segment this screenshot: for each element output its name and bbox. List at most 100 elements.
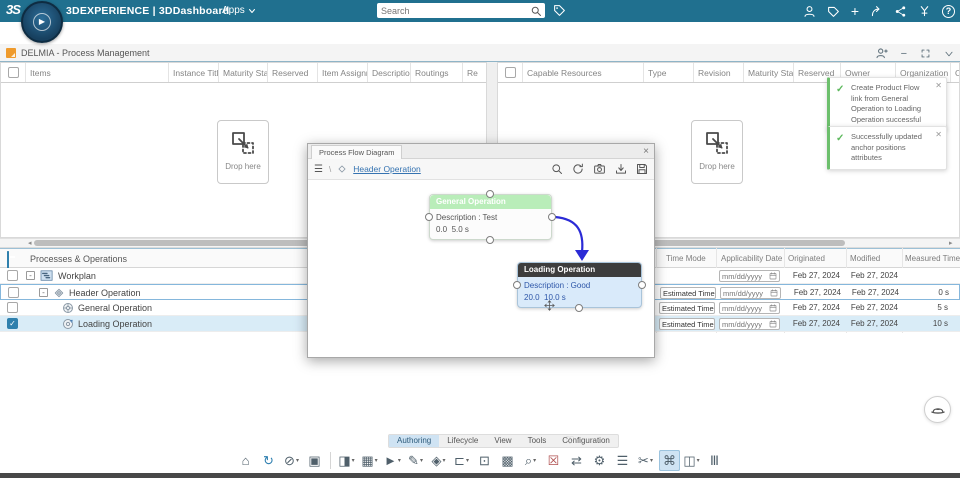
- node-anchor[interactable]: [548, 213, 556, 221]
- column-header[interactable]: Routings: [411, 63, 463, 82]
- row-checkbox[interactable]: [8, 287, 19, 298]
- assign-icon[interactable]: ► ▾: [382, 450, 403, 471]
- node-anchor[interactable]: [486, 236, 494, 244]
- date-field[interactable]: [722, 319, 764, 329]
- column-header[interactable]: Ori: [951, 63, 959, 82]
- dialog-tab[interactable]: Process Flow Diagram: [311, 145, 403, 159]
- help-icon[interactable]: ?: [942, 4, 955, 18]
- node-anchor[interactable]: [486, 190, 494, 198]
- delete-table-icon[interactable]: ☒: [543, 450, 564, 471]
- drop-zone[interactable]: Drop here: [691, 120, 743, 184]
- column-header[interactable]: Revision: [694, 63, 744, 82]
- download-icon[interactable]: [615, 163, 627, 175]
- process-flow-icon[interactable]: ⌘: [659, 450, 680, 471]
- row-label[interactable]: Workplan: [58, 271, 96, 281]
- node-general-operation[interactable]: General Operation Description : Test 0.0…: [429, 194, 552, 240]
- scroll-right-icon[interactable]: ▸: [949, 239, 953, 247]
- barcode-icon[interactable]: Ⅲ: [704, 450, 725, 471]
- column-header[interactable]: Items: [26, 63, 169, 82]
- diagram-canvas[interactable]: General Operation Description : Test 0.0…: [308, 180, 654, 357]
- dialog-title-bar[interactable]: Process Flow Diagram ×: [308, 144, 654, 159]
- search-related-icon[interactable]: ⌕ ▾: [520, 450, 541, 471]
- applicability-date-input[interactable]: [719, 302, 780, 314]
- calendar-icon[interactable]: [769, 320, 777, 328]
- save-icon[interactable]: [636, 163, 648, 175]
- time-mode-select[interactable]: Estimated Time▾: [659, 302, 715, 314]
- 3dcompass[interactable]: ▶: [21, 1, 63, 43]
- share-user-icon[interactable]: [875, 47, 888, 60]
- tab-configuration[interactable]: Configuration: [554, 435, 618, 447]
- applicability-date-input[interactable]: [719, 318, 780, 330]
- node-loading-operation[interactable]: Loading Operation Description : Good 20.…: [517, 262, 642, 308]
- diagram-menu-icon[interactable]: ☰: [314, 164, 323, 175]
- tag-icon[interactable]: [827, 5, 840, 18]
- snapshot-icon[interactable]: [593, 163, 606, 175]
- calendar-icon[interactable]: [770, 289, 778, 297]
- row-label[interactable]: Header Operation: [69, 288, 141, 298]
- time-mode-select[interactable]: Estimated Time▾: [660, 287, 716, 299]
- process-table-title[interactable]: Processes & Operations: [30, 254, 127, 264]
- column-header[interactable]: Instance Title: [169, 63, 219, 82]
- node-title[interactable]: Loading Operation: [518, 263, 641, 277]
- column-header[interactable]: Maturity State: [744, 63, 794, 82]
- node-anchor[interactable]: [575, 304, 583, 312]
- tag-scan-icon[interactable]: [553, 4, 566, 17]
- resource-icon[interactable]: ▣: [304, 450, 325, 471]
- assistant-button[interactable]: [924, 396, 951, 423]
- column-header[interactable]: Type: [644, 63, 694, 82]
- time-mode-select[interactable]: Estimated Time▾: [659, 318, 715, 330]
- column-header[interactable]: Re: [463, 63, 486, 82]
- global-search[interactable]: [377, 3, 545, 18]
- date-field[interactable]: [722, 271, 764, 281]
- applicability-date-input[interactable]: [719, 270, 780, 282]
- forward-icon[interactable]: [870, 5, 883, 18]
- column-header[interactable]: Measured Time: [905, 254, 960, 263]
- search-icon[interactable]: [530, 5, 542, 17]
- node-anchor[interactable]: [425, 213, 433, 221]
- row-label[interactable]: General Operation: [78, 303, 152, 313]
- column-header[interactable]: Item Assignme...: [318, 63, 368, 82]
- column-header[interactable]: Time Mode: [666, 254, 706, 263]
- column-header[interactable]: Modified: [850, 254, 880, 263]
- column-header[interactable]: Reserved: [268, 63, 318, 82]
- collapse-toggle[interactable]: -: [26, 271, 35, 280]
- calendar-icon[interactable]: [769, 304, 777, 312]
- reload-icon[interactable]: [572, 163, 584, 175]
- gantt-icon[interactable]: ▦ ▾: [359, 450, 380, 471]
- tab-authoring[interactable]: Authoring: [389, 435, 440, 447]
- measure-cut-icon[interactable]: ✂ ▾: [635, 450, 656, 471]
- annotation-icon[interactable]: ⊏ ▾: [451, 450, 472, 471]
- compass-play-icon[interactable]: ▶: [33, 13, 51, 31]
- column-header[interactable]: Capable Resources: [523, 63, 644, 82]
- edit-attributes-icon[interactable]: ✎ ▾: [405, 450, 426, 471]
- tab-lifecycle[interactable]: Lifecycle: [439, 435, 486, 447]
- profile-icon[interactable]: [803, 5, 816, 18]
- list-view-icon[interactable]: ☰: [612, 450, 633, 471]
- row-checkbox[interactable]: ✓: [7, 318, 18, 329]
- node-anchor[interactable]: [638, 281, 646, 289]
- maximize-icon[interactable]: [920, 48, 931, 59]
- tab-view[interactable]: View: [486, 435, 519, 447]
- column-header[interactable]: Description: [368, 63, 411, 82]
- minimize-icon[interactable]: −: [901, 48, 907, 59]
- collapse-toggle[interactable]: -: [39, 288, 48, 297]
- product-scope-icon[interactable]: ◨ ▾: [336, 450, 357, 471]
- drop-zone[interactable]: Drop here: [217, 120, 269, 184]
- select-all-checkbox[interactable]: [8, 67, 19, 78]
- column-header[interactable]: Applicability Date: [721, 254, 782, 263]
- close-icon[interactable]: ×: [643, 145, 649, 158]
- undo-icon[interactable]: ↻: [258, 450, 279, 471]
- add-icon[interactable]: +: [851, 4, 859, 18]
- swym-icon[interactable]: [918, 5, 931, 18]
- search-input[interactable]: [377, 5, 530, 16]
- swap-icon[interactable]: ⇄: [566, 450, 587, 471]
- scroll-left-icon[interactable]: ◂: [28, 239, 32, 247]
- link-icon[interactable]: ⊡: [474, 450, 495, 471]
- zoom-fit-icon[interactable]: [551, 163, 563, 175]
- row-checkbox[interactable]: [7, 270, 18, 281]
- breadcrumb-link[interactable]: Header Operation: [353, 164, 421, 174]
- date-field[interactable]: [723, 288, 765, 298]
- layers-icon[interactable]: ◈ ▾: [428, 450, 449, 471]
- home-icon[interactable]: ⌂: [235, 450, 256, 471]
- hide-icon[interactable]: ⊘ ▾: [281, 450, 302, 471]
